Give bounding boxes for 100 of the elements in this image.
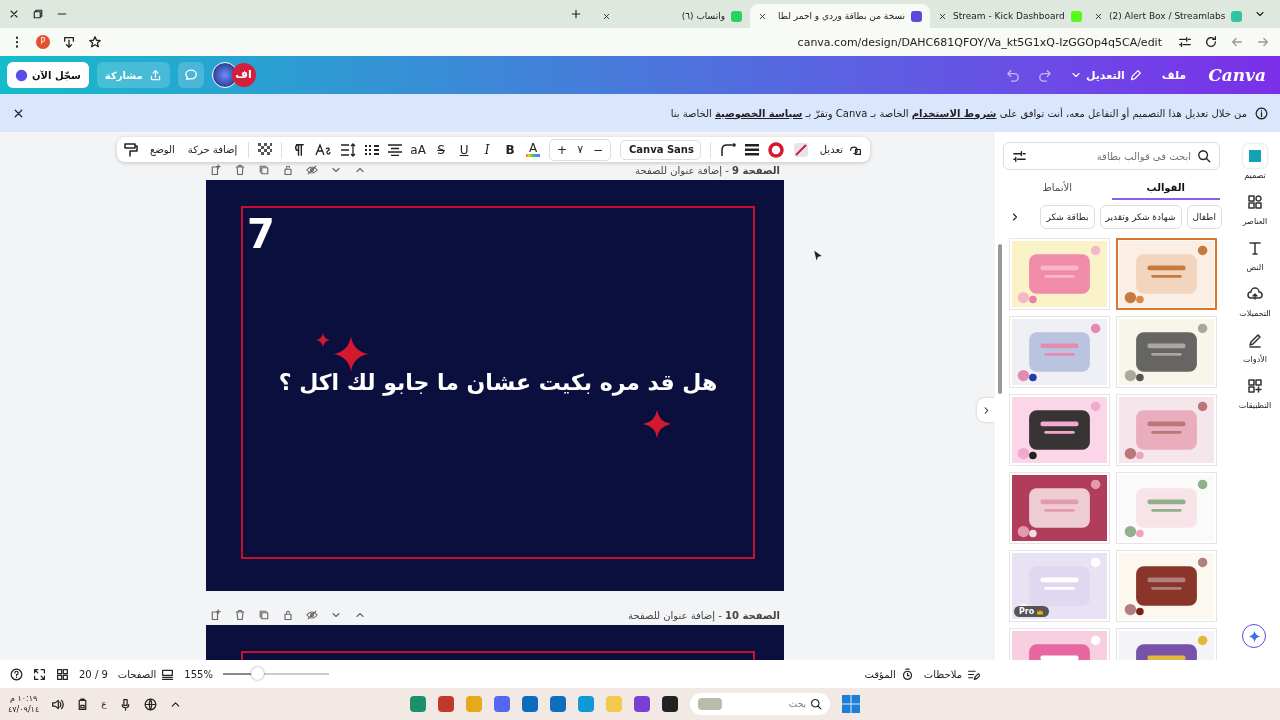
page-counter[interactable]: 20 / 9	[79, 668, 108, 680]
browser-tab[interactable]: (٦) واتساب	[594, 4, 750, 28]
edit-button[interactable]: تعديل	[817, 143, 864, 156]
redo-icon[interactable]	[1036, 67, 1052, 83]
position-button[interactable]: الوضع	[148, 144, 177, 155]
close-icon[interactable]	[602, 11, 611, 21]
user-avatar[interactable]: اف	[231, 63, 256, 87]
app-icon[interactable]	[662, 696, 678, 712]
add-page-icon[interactable]	[210, 609, 222, 621]
close-icon[interactable]	[8, 8, 20, 20]
font-size-field[interactable]: ٧	[577, 143, 584, 156]
lock-icon[interactable]	[282, 609, 294, 621]
search-bar[interactable]: ابحث في قوالب بطاقة	[1003, 142, 1220, 170]
increase-size-button[interactable]: +	[557, 142, 568, 157]
sidebar-item[interactable]: النص	[1231, 236, 1279, 272]
strikethrough-button[interactable]: S	[434, 142, 449, 157]
browser-tab[interactable]: (2) Alert Box / Streamlabs	[1086, 4, 1242, 28]
duplicate-icon[interactable]	[258, 609, 270, 621]
new-tab-icon[interactable]	[570, 8, 582, 20]
hide-icon[interactable]	[306, 609, 318, 621]
panel-tab[interactable]: الأنماط	[1003, 176, 1112, 200]
grid-view-icon[interactable]	[56, 667, 69, 681]
sidebar-item[interactable]: العناصر	[1231, 190, 1279, 226]
hide-icon[interactable]	[306, 164, 318, 176]
file-menu[interactable]: ملف	[1155, 68, 1193, 82]
category-chip[interactable]: بطاقة شكر	[1040, 205, 1095, 229]
close-icon[interactable]	[938, 11, 947, 21]
logo[interactable]: Canva	[1208, 65, 1266, 85]
sidebar-item[interactable]: التطبيقات	[1231, 374, 1279, 410]
page-title[interactable]: الصفحة 10 - إضافة عنوان للصفحة	[628, 609, 780, 621]
italic-button[interactable]: I	[480, 142, 495, 157]
template-thumbnail[interactable]: Pro	[1009, 550, 1110, 622]
volume-icon[interactable]	[51, 697, 65, 711]
duplicate-icon[interactable]	[258, 164, 270, 176]
clock-time[interactable]: ١٠:١٩ م	[9, 693, 38, 704]
profile-avatar[interactable]: P	[36, 35, 50, 49]
favicon	[911, 10, 922, 22]
favicon	[1070, 10, 1082, 22]
tab-title: (2) Alert Box / Streamlabs	[1109, 11, 1226, 21]
text-color-button[interactable]: A	[526, 142, 541, 157]
sidebar-item[interactable]: التحميلات	[1231, 282, 1279, 318]
category-chip[interactable]: شهادة شكر وتقدير	[1099, 205, 1182, 229]
fullscreen-icon[interactable]	[33, 667, 46, 681]
network-icon[interactable]	[143, 697, 157, 711]
add-page-icon[interactable]	[210, 164, 222, 176]
design-icon	[1247, 148, 1263, 164]
lock-icon[interactable]	[282, 164, 294, 176]
delete-icon[interactable]	[234, 609, 246, 621]
signup-button[interactable]: سجّل الآن	[7, 62, 89, 88]
font-dropdown[interactable]: Canva Sans	[620, 139, 701, 160]
line-spacing-icon[interactable]	[340, 142, 357, 157]
animate-button[interactable]: إضافة حركة	[185, 144, 240, 155]
app-icon[interactable]	[634, 696, 650, 712]
zoom-percent[interactable]: 155%	[184, 668, 213, 680]
bold-button[interactable]: B	[503, 142, 518, 157]
close-icon[interactable]	[758, 11, 767, 21]
timer-button[interactable]: المؤقت	[864, 667, 914, 681]
pencil-icon	[1128, 68, 1142, 82]
reload-icon[interactable]	[1204, 35, 1218, 49]
address-bar[interactable]: canva.com/design/DAHC681QFOY/Va_kt5G1xQ-IzGGOp4q5CA/edit	[114, 35, 1166, 49]
corner-icon[interactable]	[719, 142, 736, 157]
sidebar-item[interactable]: الأدوات	[1231, 328, 1279, 364]
list-icon[interactable]	[365, 143, 380, 156]
close-icon[interactable]	[1094, 11, 1103, 21]
language-indicator[interactable]: ع	[101, 699, 107, 709]
slide[interactable]	[206, 625, 784, 660]
expand-panel-button[interactable]	[977, 398, 995, 422]
align-center-icon[interactable]	[388, 143, 403, 156]
text-case-button[interactable]: aA	[411, 142, 426, 157]
help-icon[interactable]	[10, 667, 23, 681]
border-style-icon[interactable]	[744, 143, 759, 156]
download-icon[interactable]	[62, 35, 76, 49]
clock-date[interactable]: ٤٧/٠٩/١٤	[8, 704, 40, 715]
page-title[interactable]: الصفحة 9 - إضافة عنوان للصفحة	[635, 164, 780, 176]
zoom-slider[interactable]	[250, 667, 264, 680]
panel-tab[interactable]: القوالب	[1111, 176, 1220, 200]
notes-button[interactable]: ملاحظات	[923, 667, 980, 681]
taskbar-search-field[interactable]: بحث	[726, 699, 806, 709]
browser-tab[interactable]: Stream - Kick Dashboard	[930, 4, 1086, 28]
search-field[interactable]: ابحث في قوالب بطاقة	[1033, 150, 1191, 162]
paint-roller-icon[interactable]	[123, 141, 139, 158]
decrease-size-button[interactable]: −	[593, 142, 604, 157]
border-color-icon[interactable]	[767, 141, 784, 158]
category-chip[interactable]: اطفال	[1186, 205, 1222, 229]
edit-menu[interactable]: التعديل	[1063, 68, 1148, 82]
filter-icon[interactable]	[1012, 148, 1027, 164]
browser-tab[interactable]: نسخة من بطاقة وردي و احمر لطا	[750, 4, 930, 28]
undo-icon[interactable]	[1005, 67, 1021, 83]
sidebar-item[interactable]: تصميم	[1231, 144, 1279, 180]
restore-icon[interactable]	[32, 8, 44, 20]
pages-button[interactable]: الصفحات	[117, 667, 175, 681]
transparency-icon[interactable]	[258, 142, 273, 157]
underline-button[interactable]: U	[457, 142, 472, 157]
site-settings-icon[interactable]	[1178, 35, 1192, 49]
logo-icon	[15, 68, 28, 82]
delete-icon[interactable]	[234, 164, 246, 176]
taskbar-search-bar[interactable]: بحث	[690, 693, 830, 715]
no-fill-icon[interactable]	[792, 141, 809, 158]
letter-spacing-icon[interactable]	[315, 142, 332, 157]
star-icon[interactable]	[88, 35, 102, 49]
